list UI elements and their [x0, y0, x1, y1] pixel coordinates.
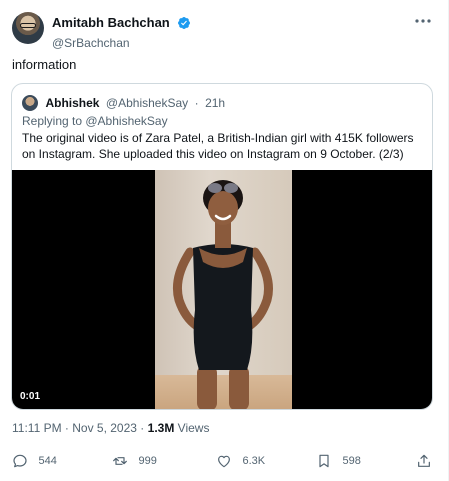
bookmark-count: 598 [342, 454, 361, 467]
like-button[interactable]: 6.3K [216, 452, 265, 474]
video-duration: 0:01 [20, 391, 41, 402]
tweet-header: Amitabh Bachchan @SrBachchan [12, 10, 437, 50]
retweet-icon [113, 456, 127, 465]
share-button[interactable] [416, 452, 432, 474]
tweet-card[interactable]: Amitabh Bachchan @SrBachchan information… [0, 0, 449, 481]
tweet-timestamp[interactable]: 11:11 PM · Nov 5, 2023 · [12, 421, 144, 435]
avatar-glasses [20, 23, 36, 28]
verified-badge-icon [178, 16, 191, 29]
video-player[interactable]: 0:01 [12, 170, 432, 409]
like-count: 6.3K [242, 454, 266, 467]
quoted-tweet-text: The original video is of Zara Patel, a B… [22, 131, 414, 161]
reply-button[interactable]: 544 [12, 452, 57, 474]
quoted-reply-to: Replying to @AbhishekSay [22, 114, 168, 128]
heart-icon [218, 455, 230, 468]
bookmark-icon [319, 454, 329, 468]
tweet-meta: 11:11 PM · Nov 5, 2023 · 1.3M Views [12, 421, 209, 435]
reply-icon [13, 454, 27, 468]
more-options-icon[interactable] [413, 14, 433, 28]
retweet-count: 999 [138, 454, 157, 467]
tweet-text: information [12, 57, 77, 72]
author-handle[interactable]: @SrBachchan [52, 36, 191, 50]
share-icon [418, 454, 430, 467]
views-count[interactable]: 1.3M [148, 421, 175, 435]
tweet-actions: 544 999 6.3K 598 [12, 452, 437, 474]
bookmark-button[interactable]: 598 [316, 452, 361, 474]
quoted-time[interactable]: 21h [205, 96, 225, 110]
retweet-button[interactable]: 999 [112, 452, 157, 474]
quoted-tweet-header: Abhishek @AbhishekSay · 21h [22, 94, 225, 111]
author-names: Amitabh Bachchan @SrBachchan [52, 14, 191, 50]
quoted-tweet[interactable]: Abhishek @AbhishekSay · 21h Replying to … [11, 83, 433, 410]
video-frame [155, 170, 292, 409]
reply-count: 544 [38, 454, 57, 467]
author-display-name[interactable]: Amitabh Bachchan [52, 15, 170, 30]
quoted-author-name[interactable]: Abhishek [45, 96, 99, 110]
author-avatar[interactable] [12, 12, 44, 44]
views-label: Views [177, 421, 210, 435]
quoted-author-handle[interactable]: @AbhishekSay [106, 96, 188, 110]
quoted-separator: · [194, 95, 199, 110]
video-person-figure [172, 180, 273, 409]
quoted-author-avatar[interactable] [22, 94, 38, 111]
